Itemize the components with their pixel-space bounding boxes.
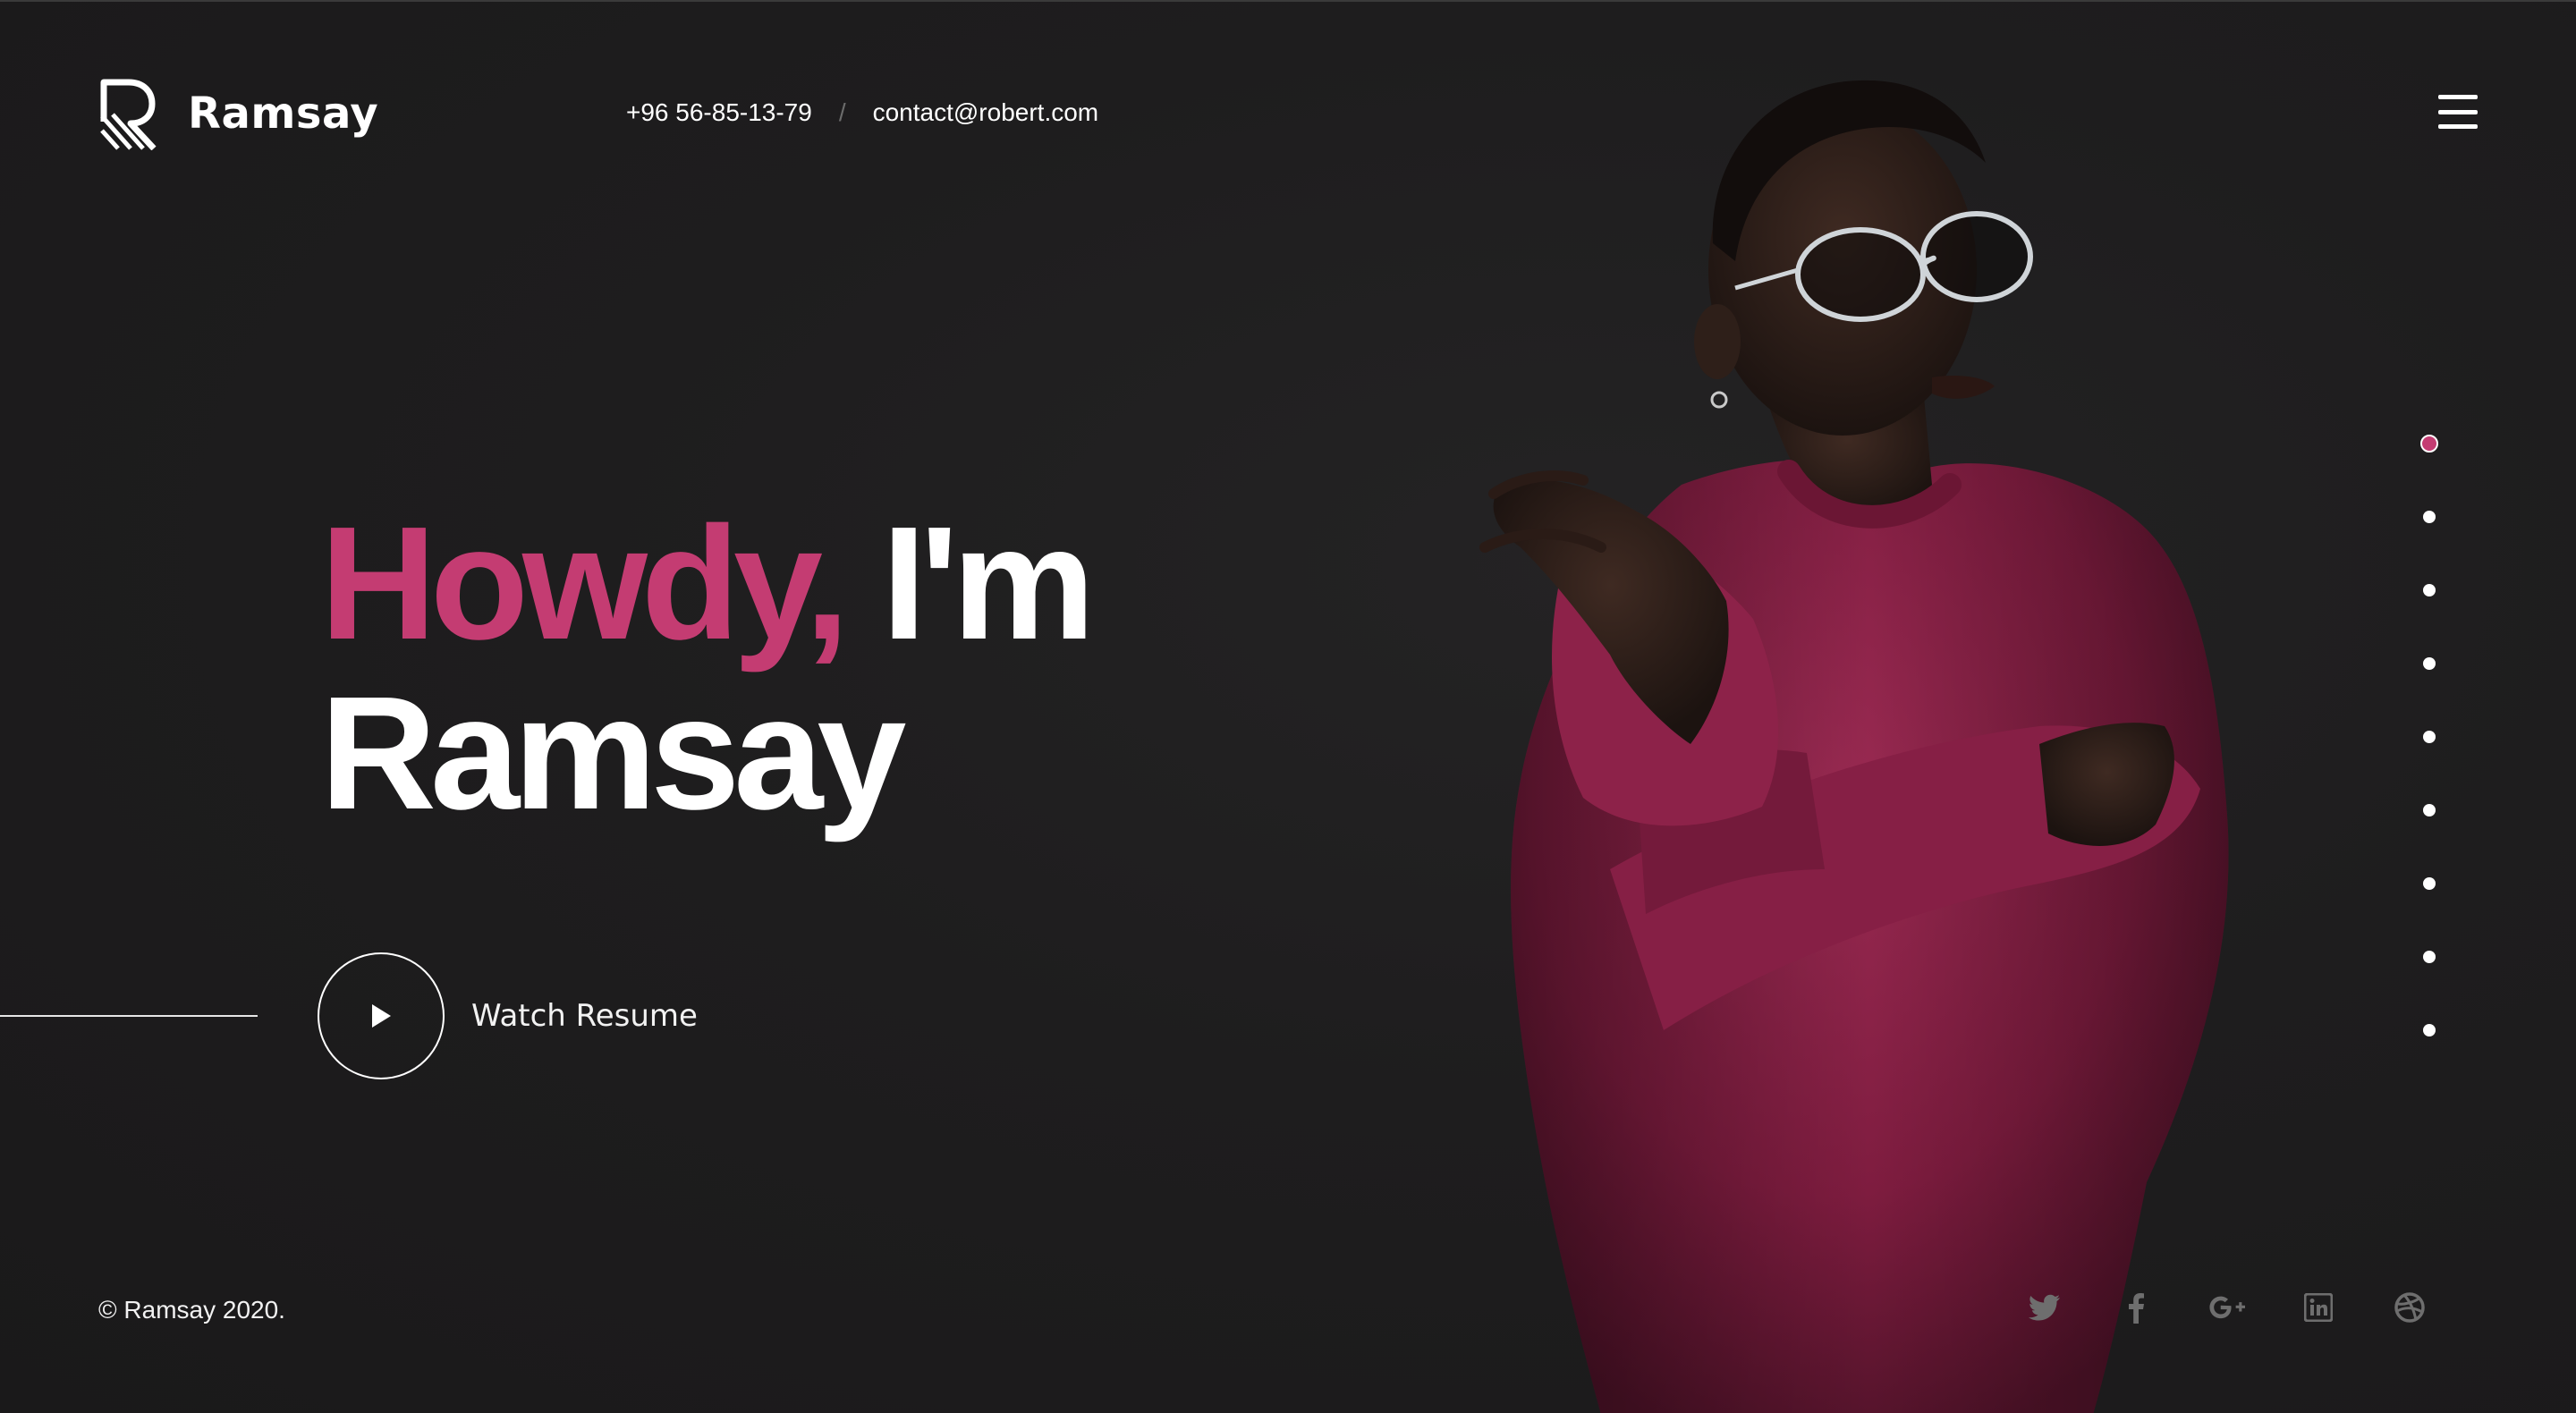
menu-bar bbox=[2438, 124, 2478, 129]
play-button[interactable] bbox=[318, 952, 445, 1079]
nav-dot-4[interactable] bbox=[2418, 652, 2441, 675]
copyright-text: © Ramsay 2020. bbox=[98, 1296, 285, 1324]
linkedin-icon[interactable] bbox=[2301, 1290, 2336, 1325]
nav-dot-2[interactable] bbox=[2418, 505, 2441, 529]
facebook-icon[interactable] bbox=[2118, 1290, 2154, 1325]
google-plus-icon[interactable] bbox=[2209, 1290, 2245, 1325]
social-links bbox=[2027, 1290, 2428, 1325]
contact-info: +96 56-85-13-79 / contact@robert.com bbox=[626, 98, 1098, 127]
nav-dot-7[interactable] bbox=[2418, 872, 2441, 895]
headline-line-1: Howdy, I'm bbox=[320, 499, 1096, 669]
brand-name: Ramsay bbox=[188, 89, 379, 139]
play-icon bbox=[372, 1004, 391, 1028]
headline-name: Ramsay bbox=[320, 664, 906, 843]
page: Ramsay +96 56-85-13-79 / contact@robert.… bbox=[0, 0, 2576, 1413]
contact-separator: / bbox=[838, 98, 846, 126]
watch-resume-label: Watch Resume bbox=[471, 998, 698, 1034]
menu-bar bbox=[2438, 95, 2478, 99]
nav-dot-1[interactable] bbox=[2418, 432, 2441, 455]
twitter-icon[interactable] bbox=[2027, 1290, 2063, 1325]
menu-bar bbox=[2438, 109, 2478, 114]
decorative-line bbox=[0, 1015, 258, 1017]
nav-dot-9[interactable] bbox=[2418, 1019, 2441, 1042]
logo-r-icon bbox=[100, 79, 157, 150]
hero-headline: Howdy, I'm Ramsay bbox=[320, 499, 1096, 843]
nav-dot-3[interactable] bbox=[2418, 579, 2441, 602]
watch-resume-button[interactable]: Watch Resume bbox=[318, 952, 698, 1079]
email-link[interactable]: contact@robert.com bbox=[873, 98, 1099, 127]
dribbble-icon[interactable] bbox=[2392, 1290, 2428, 1325]
headline-accent: Howdy, bbox=[320, 494, 850, 673]
headline-rest: I'm bbox=[881, 494, 1096, 673]
hero-portrait-image bbox=[1479, 80, 2229, 1413]
nav-dot-8[interactable] bbox=[2418, 945, 2441, 969]
logo[interactable]: Ramsay bbox=[98, 77, 378, 150]
nav-dot-6[interactable] bbox=[2418, 799, 2441, 822]
nav-dot-5[interactable] bbox=[2418, 725, 2441, 749]
hamburger-menu-icon[interactable] bbox=[2438, 95, 2478, 129]
phone-link[interactable]: +96 56-85-13-79 bbox=[626, 98, 812, 127]
